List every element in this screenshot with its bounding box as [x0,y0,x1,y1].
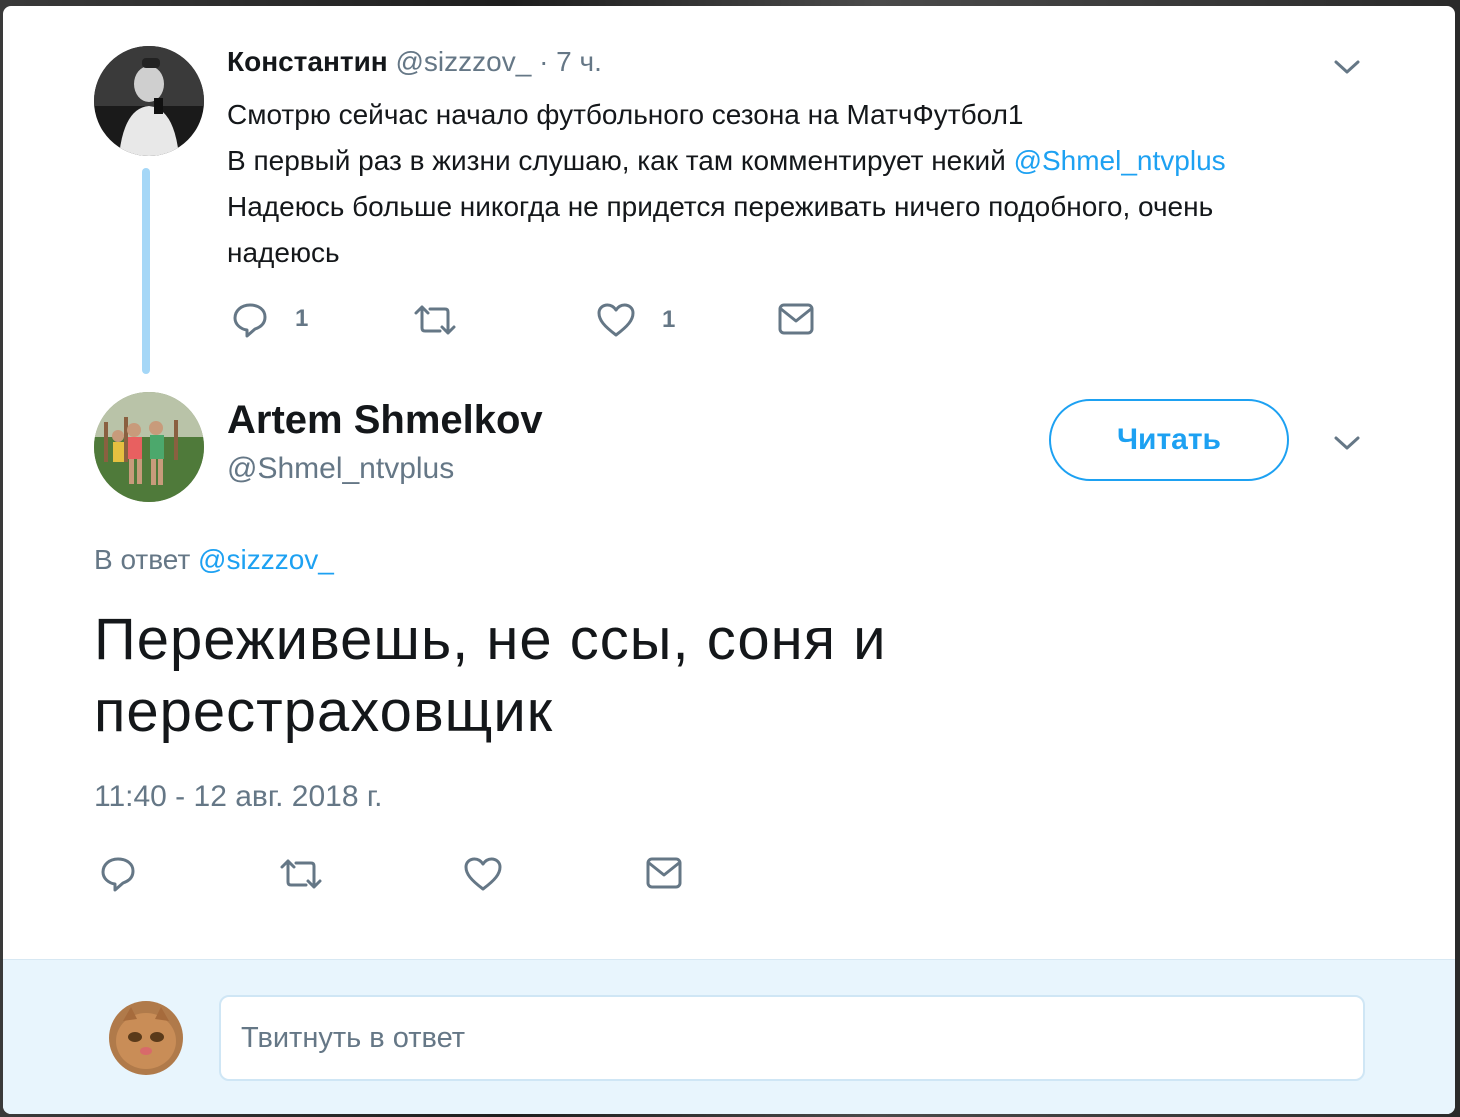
avatar [109,1001,183,1075]
author-handle[interactable]: @sizzzov_ [396,46,532,77]
thread-line [142,168,150,374]
tweet-line: надеюсь [227,237,340,268]
parent-tweet-text: Смотрю сейчас начало футбольного сезона … [227,92,1367,276]
dm-button[interactable] [777,302,815,336]
chevron-down-icon[interactable] [1330,50,1364,84]
follow-button[interactable]: Читать [1049,399,1289,481]
parent-tweet-header: Константин @sizzzov_ · 7 ч. [227,46,602,78]
like-button[interactable] [463,856,503,892]
reply-context: В ответ @sizzzov_ [94,544,334,576]
retweet-button[interactable] [279,856,323,892]
avatar[interactable] [94,392,204,502]
retweet-icon [413,302,457,338]
tweet-line: перестраховщик [94,679,554,744]
tweet-line: Переживешь, не ссы, соня и [94,607,887,672]
avatar[interactable] [94,46,204,156]
retweet-button[interactable] [413,302,457,338]
like-icon [463,856,503,892]
chevron-down-icon[interactable] [1330,426,1364,460]
like-button[interactable]: 1 [596,302,675,338]
tweet-line: В первый раз в жизни слушаю, как там ком… [227,138,1367,184]
main-tweet-text: Переживешь, не ссы, соня и перестраховщи… [94,604,1094,748]
reply-to-handle[interactable]: @sizzzov_ [198,544,334,575]
reply-placeholder: Твитнуть в ответ [241,1021,466,1054]
retweet-icon [279,856,323,892]
reply-icon [99,854,137,892]
author-handle[interactable]: @Shmel_ntvplus [227,452,454,486]
tweet-line-text: В первый раз в жизни слушаю, как там ком… [227,145,1014,176]
reply-button[interactable] [99,854,137,892]
like-count: 1 [662,306,676,333]
tweet-modal: Константин @sizzzov_ · 7 ч. Смотрю сейча… [3,6,1455,1114]
reply-icon [231,300,269,338]
like-icon [596,302,636,338]
reply-count: 1 [295,305,309,332]
author-name[interactable]: Константин [227,46,388,77]
dm-button[interactable] [645,856,683,890]
reply-to-prefix: В ответ [94,544,199,575]
dm-icon [777,302,815,336]
tweet-line: Надеюсь больше никогда не придется переж… [227,191,1214,222]
reply-input[interactable]: Твитнуть в ответ [219,995,1365,1081]
reply-button[interactable]: 1 [231,300,308,338]
tweet-timestamp[interactable]: 11:40 - 12 авг. 2018 г. [94,780,382,814]
dm-icon [645,856,683,890]
time-ago[interactable]: · 7 ч. [539,46,602,77]
mention-link[interactable]: @Shmel_ntvplus [1014,145,1226,176]
tweet-line: Смотрю сейчас начало футбольного сезона … [227,99,1024,130]
author-name[interactable]: Artem Shmelkov [227,398,543,443]
